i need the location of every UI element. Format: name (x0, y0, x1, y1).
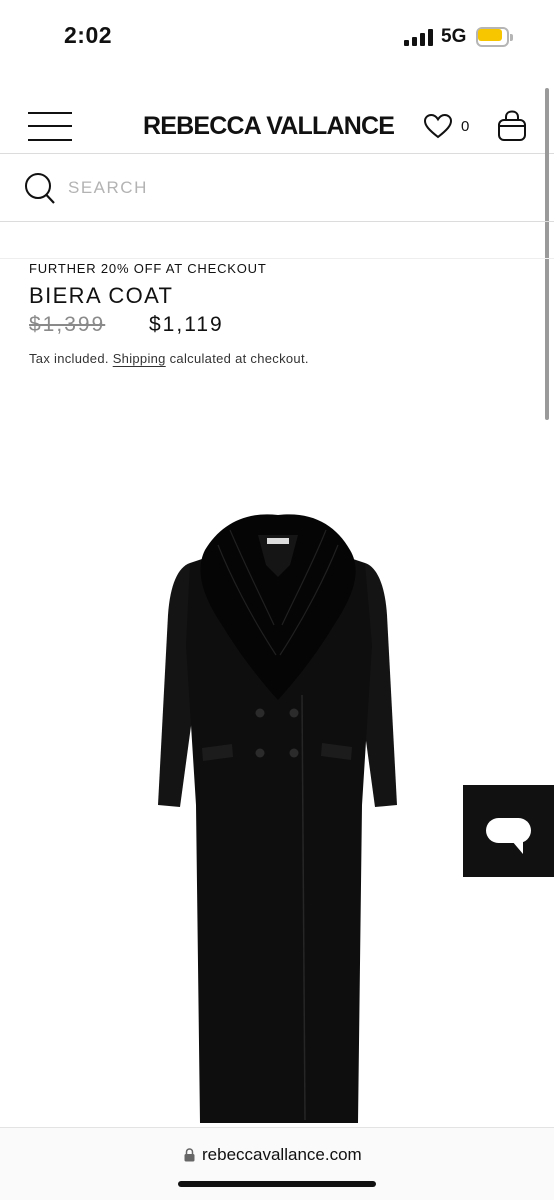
search-input[interactable] (68, 176, 528, 200)
signal-strength-icon (404, 29, 434, 46)
url-text: rebeccavallance.com (202, 1145, 362, 1164)
status-time: 2:02 (64, 22, 113, 48)
search-icon[interactable] (24, 172, 56, 206)
tax-prefix: Tax included. (29, 351, 109, 366)
promo-banner: FURTHER 20% OFF AT CHECKOUT (29, 261, 267, 276)
bag-icon (498, 110, 526, 141)
chat-bubble-icon (486, 818, 531, 854)
divider (0, 258, 554, 259)
search-bar (0, 155, 554, 222)
battery-icon (476, 27, 513, 47)
sale-price: $1,119 (149, 313, 224, 336)
heart-icon (423, 113, 453, 139)
shipping-link[interactable]: Shipping (113, 351, 166, 366)
menu-icon (28, 112, 72, 114)
cart-button[interactable] (497, 110, 527, 142)
menu-button[interactable] (28, 110, 74, 142)
scroll-indicator[interactable] (545, 88, 549, 420)
wishlist-count: 0 (461, 118, 470, 135)
wishlist-button[interactable]: 0 (423, 112, 473, 142)
product-image[interactable] (150, 505, 405, 1130)
tax-suffix: calculated at checkout. (169, 351, 309, 366)
product-title: BIERA COAT (29, 283, 174, 308)
chat-button[interactable] (463, 785, 554, 877)
site-header: REBECCA VALLANCE 0 (0, 92, 554, 154)
status-bar: 2:02 5G (0, 0, 554, 76)
lock-icon (184, 1148, 195, 1162)
original-price: $1,399 (29, 313, 106, 336)
network-type: 5G (441, 26, 467, 47)
home-indicator[interactable] (178, 1181, 376, 1187)
browser-address-bar: rebeccavallance.com (0, 1127, 554, 1200)
tax-note: Tax included. Shipping calculated at che… (29, 351, 309, 366)
brand-logo[interactable]: REBECCA VALLANCE (143, 112, 395, 141)
